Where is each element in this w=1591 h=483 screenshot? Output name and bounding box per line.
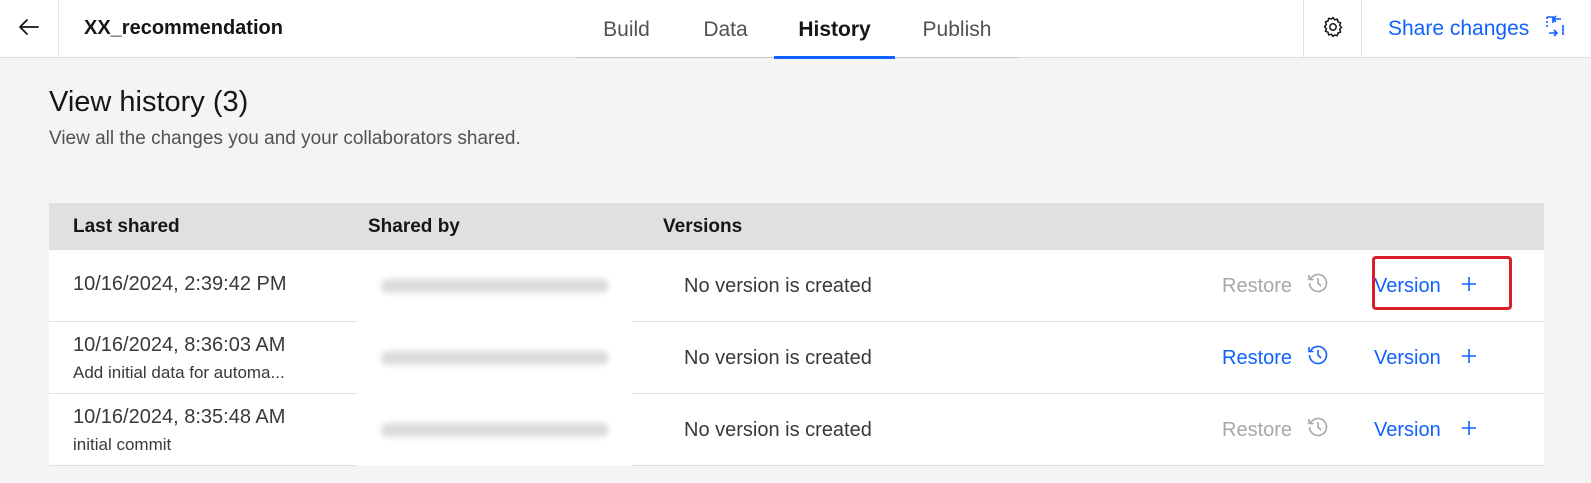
tab-publish[interactable]: Publish: [895, 0, 1019, 58]
last-shared-date: 10/16/2024, 2:39:42 PM: [73, 273, 287, 295]
change-description: initial commit: [73, 435, 172, 454]
blurred-user-name: [380, 279, 609, 293]
app-title: XX_recommendation: [84, 17, 283, 39]
plus-icon: [1461, 419, 1477, 442]
versions-cell: No version is created: [684, 419, 872, 441]
page-subtitle: View all the changes you and your collab…: [49, 128, 521, 149]
last-shared-date: 10/16/2024, 8:35:48 AM: [73, 406, 286, 428]
table-row: 10/16/2024, 8:36:03 AM Add initial data …: [49, 322, 1544, 394]
back-button[interactable]: [0, 0, 59, 58]
last-shared-date: 10/16/2024, 8:36:03 AM: [73, 334, 286, 356]
column-header-shared-by: Shared by: [368, 216, 460, 237]
restore-button[interactable]: Restore: [1222, 250, 1330, 322]
plus-icon: [1461, 275, 1477, 298]
version-label: Version: [1374, 346, 1441, 369]
settings-button[interactable]: [1303, 0, 1362, 58]
share-changes-label: Share changes: [1388, 17, 1530, 40]
tab-history[interactable]: History: [774, 0, 895, 59]
column-header-last-shared: Last shared: [73, 216, 180, 237]
restore-label: Restore: [1222, 346, 1293, 369]
version-label: Version: [1374, 274, 1441, 297]
history-icon: [1306, 271, 1330, 301]
history-table: Last shared Shared by Versions 10/16/202…: [49, 203, 1544, 466]
shared-by-cell: [357, 394, 632, 466]
history-icon: [1306, 343, 1330, 373]
share-changes-button[interactable]: Share changes: [1388, 0, 1567, 58]
sync-arrows-icon: [1543, 14, 1567, 44]
restore-label: Restore: [1222, 274, 1293, 297]
plus-icon: [1461, 347, 1477, 370]
page-title: View history (3): [49, 86, 249, 118]
shared-by-cell: [357, 322, 632, 394]
table-row: 10/16/2024, 2:39:42 PM No version is cre…: [49, 250, 1544, 322]
top-header: XX_recommendation Build Data History Pub…: [0, 0, 1591, 59]
restore-label: Restore: [1222, 418, 1293, 441]
versions-cell: No version is created: [684, 347, 872, 369]
tab-bar: Build Data History Publish: [576, 0, 1019, 59]
version-label: Version: [1374, 418, 1441, 441]
blurred-user-name: [380, 423, 609, 437]
add-version-button[interactable]: Version: [1374, 322, 1477, 394]
gear-icon: [1321, 15, 1345, 44]
restore-button[interactable]: Restore: [1222, 394, 1330, 466]
blurred-user-name: [380, 351, 609, 365]
add-version-button[interactable]: Version: [1374, 250, 1477, 322]
tab-data[interactable]: Data: [677, 0, 774, 58]
tab-build[interactable]: Build: [576, 0, 677, 58]
add-version-button[interactable]: Version: [1374, 394, 1477, 466]
column-header-versions: Versions: [663, 216, 743, 237]
versions-cell: No version is created: [684, 275, 872, 297]
change-description: Add initial data for automa...: [73, 363, 285, 382]
arrow-left-icon: [17, 15, 41, 44]
table-row: 10/16/2024, 8:35:48 AM initial commit No…: [49, 394, 1544, 466]
table-header: Last shared Shared by Versions: [49, 203, 1544, 250]
history-icon: [1306, 415, 1330, 445]
shared-by-cell: [357, 250, 632, 322]
restore-button[interactable]: Restore: [1222, 322, 1330, 394]
